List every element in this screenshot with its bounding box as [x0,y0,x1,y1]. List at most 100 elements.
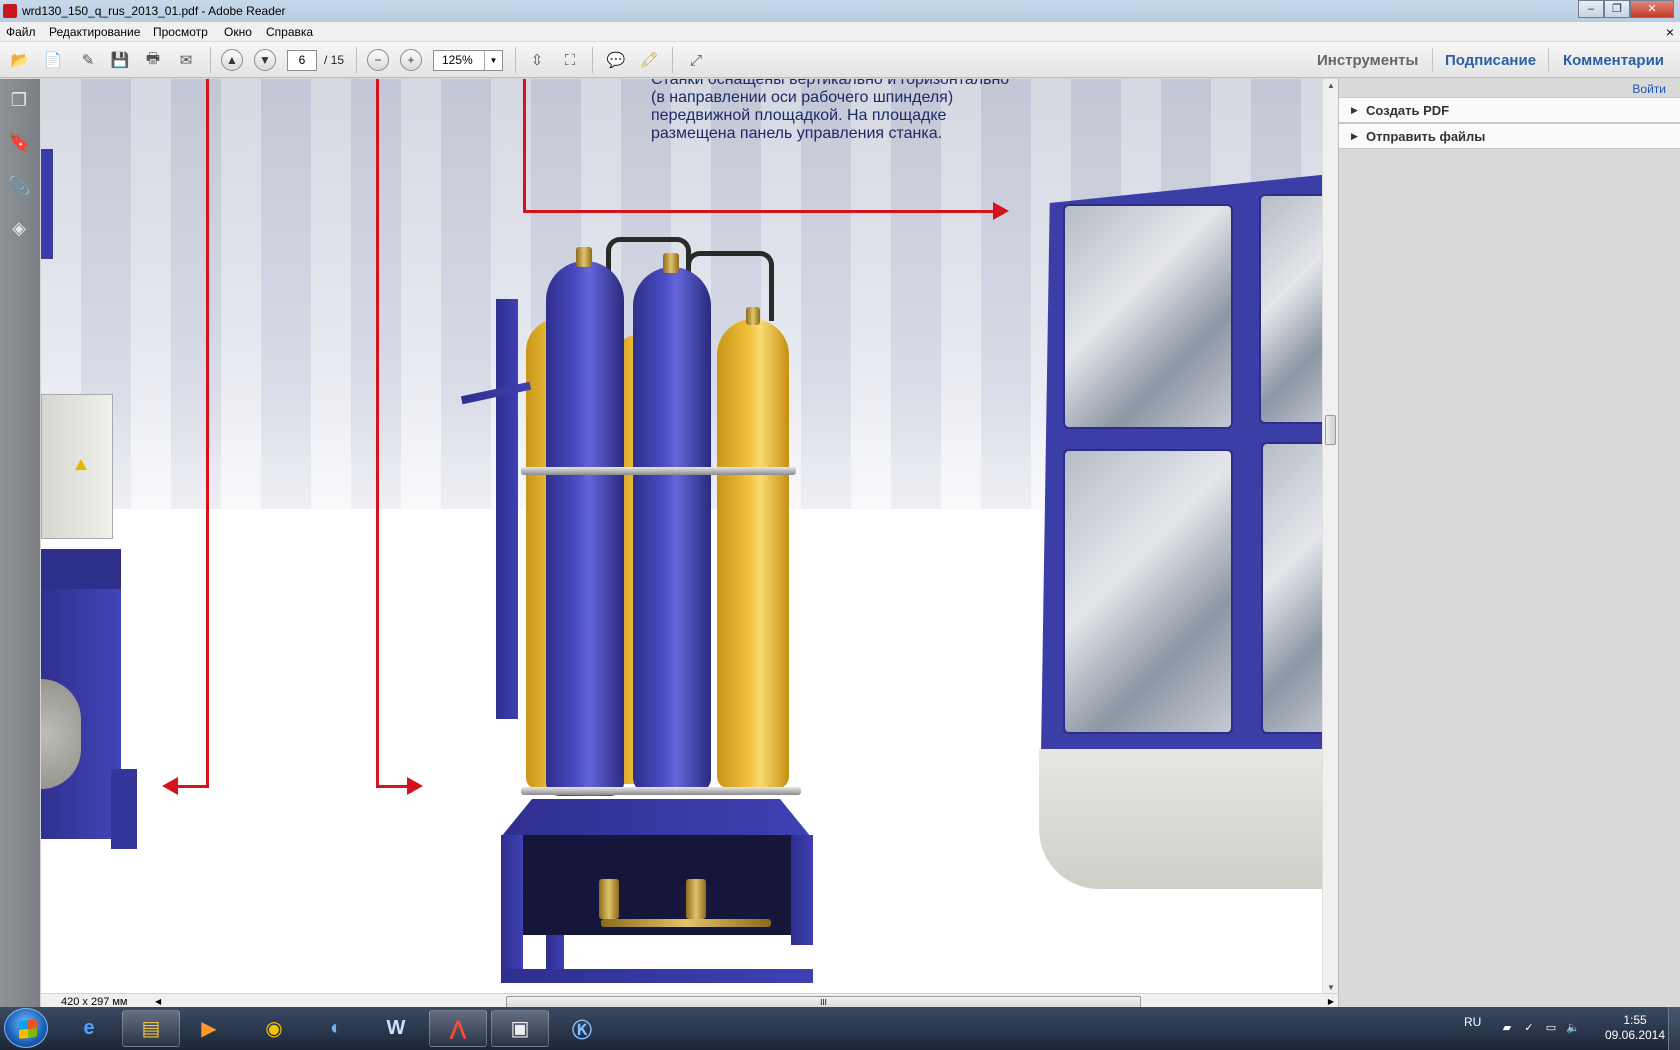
maximize-button[interactable]: ❐ [1604,0,1630,18]
expand-triangle-icon: ▶ [1351,131,1358,141]
tools-panel: Войти ▶ Создать PDF ▶ Отправить файлы [1338,79,1680,1007]
tab-separator [1548,48,1549,72]
adobe-reader-task-icon[interactable]: ⋀ [429,1010,487,1047]
toolbar-separator [672,47,673,73]
clock-date: 09.06.2014 [1604,1028,1666,1042]
cabin-window [1259,194,1322,424]
language-indicator[interactable]: RU [1464,1015,1481,1029]
page-total: / 15 [324,53,345,67]
email-icon[interactable]: ✉ [174,49,198,71]
section-label: Отправить файлы [1366,129,1486,144]
valve [686,879,706,919]
previous-page-button[interactable]: ▲ [221,49,243,71]
full-screen-icon[interactable]: ⤢ [684,49,708,71]
edit-pdf-icon[interactable]: ✎ [76,49,100,71]
section-send-files[interactable]: ▶ Отправить файлы [1339,123,1680,149]
rack-leg [501,835,523,975]
toolbar-separator [515,47,516,73]
menu-help[interactable]: Справка [266,25,313,39]
manifold-pipe [601,919,771,927]
zoom-out-button[interactable]: − [367,49,389,71]
start-button[interactable] [4,1008,48,1048]
chevron-down-icon[interactable]: ▼ [484,51,502,70]
expand-triangle-icon: ▶ [1351,105,1358,115]
caption-line: Станки оснащены вертикально и горизонтал… [651,79,1010,88]
caption-line: размещена панель управления станка. [651,125,943,142]
menu-view[interactable]: Просмотр [153,25,208,39]
next-page-button[interactable]: ▼ [254,49,276,71]
app-task-icon[interactable]: ▣ [491,1010,549,1047]
valve [576,247,592,267]
blue-cylinder [546,261,624,796]
clock-time: 1:55 [1623,1013,1647,1027]
fit-page-icon[interactable]: ⇳ [525,49,549,71]
show-desktop-button[interactable] [1668,1007,1680,1050]
cabin-window [1261,442,1322,734]
vertical-scrollbar[interactable]: ▲ ▼ [1322,79,1338,994]
guide-line [376,785,408,788]
login-link[interactable]: Войти [1632,82,1666,96]
attachments-icon[interactable]: 📎 [8,175,30,197]
close-button[interactable]: ✕ [1630,0,1674,18]
caption-line: передвижной площадкой. На площадке [651,107,947,124]
scrollbar-thumb[interactable] [1325,415,1336,445]
machine-left-image [41,149,141,849]
rack-leg [791,835,813,945]
windows-logo-icon [19,1019,37,1039]
menu-edit[interactable]: Редактирование [49,25,140,39]
yellow-cylinder [717,319,789,789]
tab-tools[interactable]: Инструменты [1317,52,1418,69]
document-close-button[interactable]: × [1666,24,1674,40]
page-thumbnails-icon[interactable]: ❐ [8,89,30,111]
window-controls: – ❐ ✕ [1578,0,1674,18]
arrow-left-icon [162,777,178,795]
app-icon[interactable]: ◐ [307,1010,365,1047]
zoom-value: 125% [442,53,473,67]
guide-line [376,79,379,787]
bookmarks-icon[interactable]: 🔖 [8,131,30,153]
navigation-pane: ❐ 🔖 📎 ◈ [0,79,40,1007]
volume-icon[interactable]: 🔈 [1566,1021,1580,1035]
print-icon[interactable]: 🖶 [141,49,165,71]
fit-width-icon[interactable]: ⛶ [558,49,582,71]
arrow-right-icon [993,202,1009,220]
network-icon[interactable]: ▭ [1544,1021,1558,1035]
gas-cylinder-rack-image [451,229,831,994]
tray-icon[interactable]: ▰ [1500,1021,1514,1035]
file-explorer-icon[interactable]: ▤ [122,1010,180,1047]
menu-window[interactable]: Окно [224,25,252,39]
page-number-input[interactable]: 6 [287,50,317,71]
zoom-in-button[interactable]: + [400,49,422,71]
tab-comment[interactable]: Комментарии [1563,52,1664,69]
save-icon[interactable]: 💾 [108,49,132,71]
cabin-window [1063,204,1233,429]
zoom-select[interactable]: 125% ▼ [433,50,503,71]
scroll-down-icon[interactable]: ▼ [1327,983,1335,992]
scroll-up-icon[interactable]: ▲ [1327,81,1335,90]
media-player-icon[interactable]: ▶ [180,1010,238,1047]
tab-sign[interactable]: Подписание [1445,52,1536,69]
valve [663,253,679,273]
toolbar-separator [592,47,593,73]
highlight-text-icon[interactable]: 🖍 [637,49,661,71]
scroll-right-icon[interactable]: ▶ [1328,997,1334,1006]
toolbar-separator [210,47,211,73]
clock[interactable]: 1:55 09.06.2014 [1600,1013,1670,1043]
guide-line [523,210,995,213]
create-pdf-icon[interactable]: 📄 [41,49,65,71]
word-icon[interactable]: W [367,1010,425,1047]
section-create-pdf[interactable]: ▶ Создать PDF [1339,97,1680,123]
window-title: wrd130_150_q_rus_2013_01.pdf - Adobe Rea… [22,4,286,18]
comment-bubble-icon[interactable]: 💬 [604,49,628,71]
menu-file[interactable]: Файл [6,25,36,39]
tray-icon[interactable]: ✓ [1522,1021,1536,1035]
internet-explorer-icon[interactable]: e [60,1010,118,1047]
chrome-icon[interactable]: ◉ [245,1010,303,1047]
layers-icon[interactable]: ◈ [8,217,30,239]
document-view[interactable]: Станки оснащены вертикально и горизонтал… [41,79,1322,994]
open-file-icon[interactable]: 📂 [8,49,32,71]
app-task-icon[interactable]: Ⓚ [553,1010,611,1047]
cylinder-clamp [521,787,801,795]
main-toolbar: 📂 📄 ✎ 💾 🖶 ✉ ▲ ▼ 6 / 15 − + 125% ▼ ⇳ ⛶ 💬 … [0,42,1680,78]
minimize-button[interactable]: – [1578,0,1604,18]
